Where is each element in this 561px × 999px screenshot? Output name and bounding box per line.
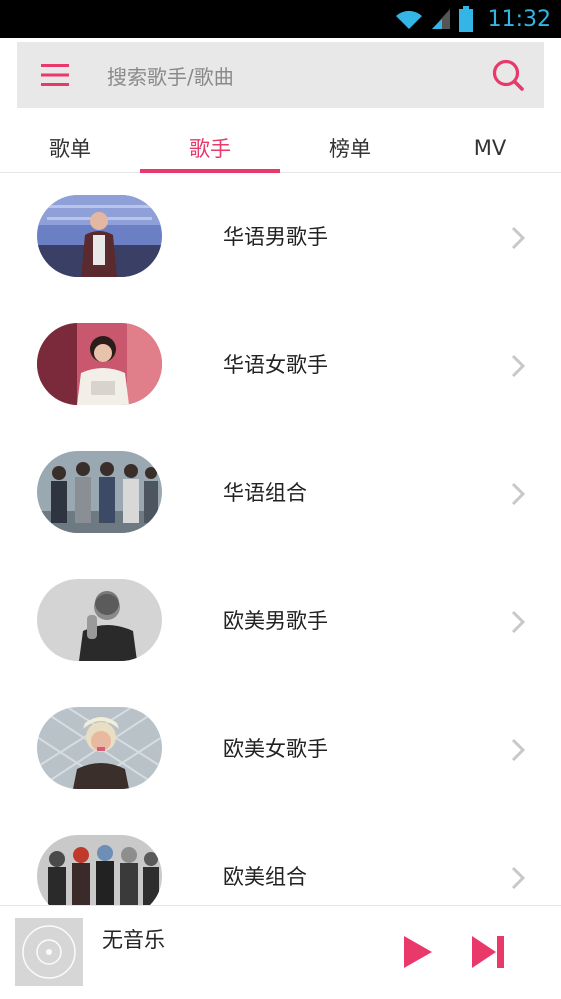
category-thumbnail — [37, 707, 162, 789]
status-icons: 11:32 — [394, 0, 551, 38]
tab-charts[interactable]: 榜单 — [280, 123, 420, 172]
category-label: 华语组合 — [223, 481, 307, 505]
hamburger-menu-icon — [41, 64, 69, 86]
category-thumbnail — [37, 579, 162, 661]
chevron-right-icon — [511, 226, 526, 250]
search-button[interactable] — [478, 42, 538, 108]
album-art[interactable] — [15, 918, 83, 986]
category-label: 欧美男歌手 — [223, 609, 328, 633]
category-thumbnail — [37, 451, 162, 533]
skip-next-icon[interactable] — [468, 932, 508, 972]
tab-mv[interactable]: MV — [420, 123, 560, 172]
play-icon[interactable] — [398, 932, 438, 972]
category-label: 华语女歌手 — [223, 353, 328, 377]
wifi-icon — [395, 10, 422, 29]
tab-bar: 歌单 歌手 榜单 MV — [0, 123, 561, 173]
disc-icon — [22, 925, 76, 979]
track-title: 无音乐 — [102, 928, 165, 952]
status-time: 11:32 — [487, 6, 551, 32]
list-item-chinese-group[interactable]: 华语组合 — [0, 429, 561, 557]
list-item-western-male[interactable]: 欧美男歌手 — [0, 557, 561, 685]
chevron-right-icon — [511, 482, 526, 506]
category-label: 欧美女歌手 — [223, 737, 328, 761]
category-thumbnail — [37, 195, 162, 277]
battery-icon — [458, 6, 473, 32]
chevron-right-icon — [511, 610, 526, 634]
search-icon — [492, 59, 524, 91]
chevron-right-icon — [511, 738, 526, 762]
list-item-western-female[interactable]: 欧美女歌手 — [0, 685, 561, 813]
tab-playlists[interactable]: 歌单 — [0, 123, 140, 172]
tab-singers[interactable]: 歌手 — [140, 123, 280, 173]
list-item-chinese-female[interactable]: 华语女歌手 — [0, 301, 561, 429]
mini-player[interactable]: 无音乐 — [0, 905, 561, 999]
search-bar: 搜索歌手/歌曲 — [17, 42, 544, 108]
chevron-right-icon — [511, 354, 526, 378]
category-thumbnail — [37, 323, 162, 405]
menu-button[interactable] — [27, 42, 83, 108]
signal-icon — [431, 9, 450, 29]
search-input[interactable]: 搜索歌手/歌曲 — [83, 61, 478, 90]
list-item-chinese-male[interactable]: 华语男歌手 — [0, 173, 561, 301]
category-label: 华语男歌手 — [223, 225, 328, 249]
chevron-right-icon — [511, 866, 526, 890]
status-bar: 11:32 — [0, 0, 561, 38]
